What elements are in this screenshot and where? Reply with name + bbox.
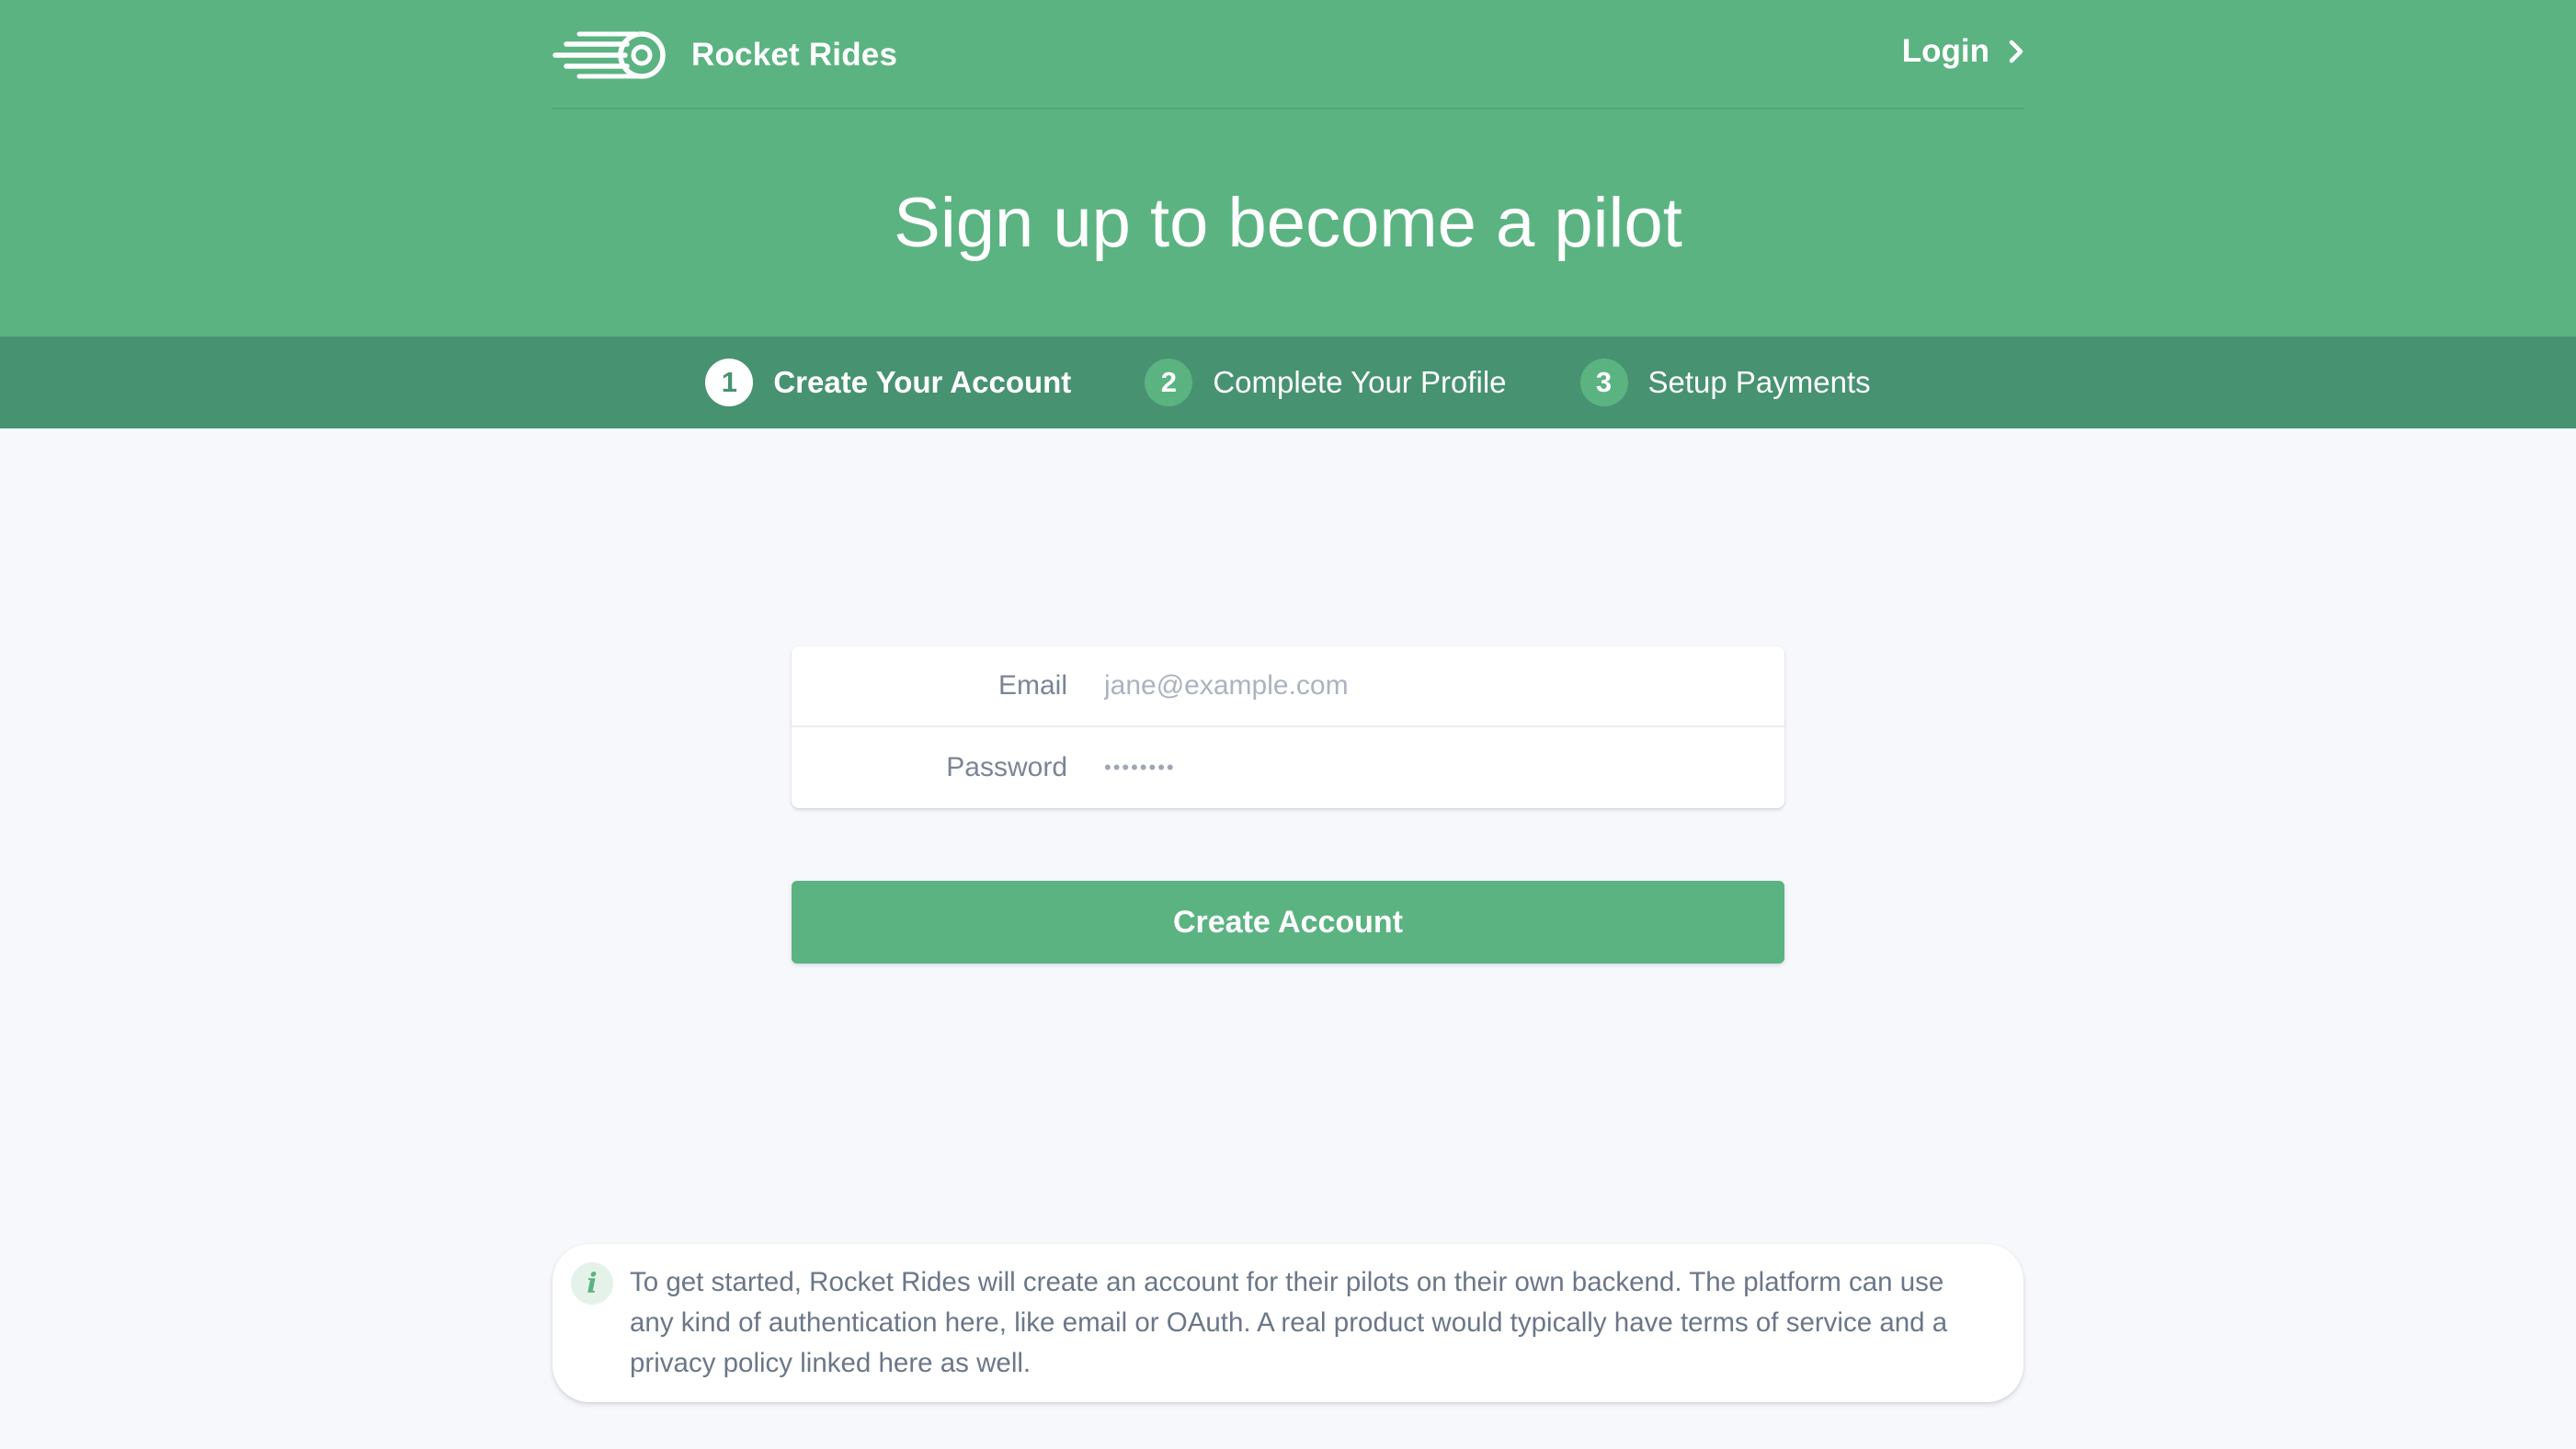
chevron-right-icon — [1989, 39, 2024, 64]
signup-steps-bar: 1 Create Your Account 2 Complete Your Pr… — [0, 337, 2576, 428]
step-create-account[interactable]: 1 Create Your Account — [705, 359, 1071, 406]
email-label: Email — [997, 670, 1067, 701]
password-row: Password — [792, 727, 1784, 808]
email-row: Email — [792, 646, 1784, 727]
step-complete-profile[interactable]: 2 Complete Your Profile — [1145, 359, 1507, 406]
password-label: Password — [946, 752, 1067, 782]
email-field[interactable] — [1104, 658, 1748, 713]
step-number-badge: 1 — [705, 359, 754, 406]
page-header: Rocket Rides Login Sign up to become a p… — [0, 0, 2576, 337]
signup-form-card: Email Password — [792, 646, 1784, 808]
brand-logo[interactable]: Rocket Rides — [552, 29, 897, 81]
step-number-badge: 3 — [1579, 359, 1628, 406]
signup-steps: 1 Create Your Account 2 Complete Your Pr… — [0, 337, 2576, 428]
password-field[interactable] — [1104, 740, 1748, 795]
step-label: Complete Your Profile — [1213, 365, 1507, 399]
login-label: Login — [1901, 33, 1989, 69]
info-text: To get started, Rocket Rides will create… — [630, 1267, 1948, 1378]
step-label: Create Your Account — [773, 365, 1072, 399]
step-label: Setup Payments — [1647, 365, 1871, 399]
page-title: Sign up to become a pilot — [894, 184, 1682, 262]
brand-name: Rocket Rides — [691, 37, 898, 73]
login-link[interactable]: Login — [1902, 33, 2024, 70]
step-setup-payments[interactable]: 3 Setup Payments — [1579, 359, 1871, 406]
top-navbar: Rocket Rides Login — [552, 0, 2024, 109]
step-number-badge: 2 — [1145, 359, 1193, 406]
rocket-speed-icon — [552, 29, 666, 81]
info-callout: i To get started, Rocket Rides will crea… — [553, 1244, 2023, 1402]
create-account-button[interactable]: Create Account — [792, 881, 1784, 964]
info-icon: i — [571, 1262, 613, 1305]
